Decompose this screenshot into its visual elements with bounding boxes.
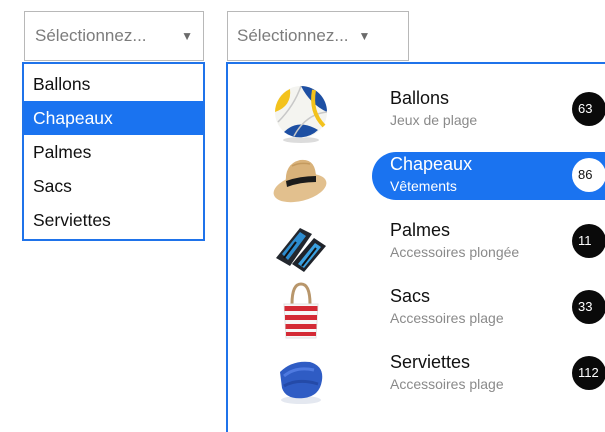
flippers-icon [276,228,326,272]
custom-select[interactable]: Sélectionnez... ▼ [227,11,409,61]
beach-bag-icon [283,282,319,339]
custom-option-chapeaux[interactable]: Chapeaux Vêtements 86 [228,144,605,210]
count-badge: 63 [572,92,605,126]
count-badge: 86 [572,158,605,192]
custom-option-sacs[interactable]: Sacs Accessoires plage 33 [228,276,605,342]
option-subtitle: Vêtements [390,178,457,194]
count-badge: 33 [572,290,605,324]
native-option-sacs[interactable]: Sacs [24,169,203,203]
native-option-chapeaux[interactable]: Chapeaux [24,101,203,135]
hat-icon [273,159,327,203]
custom-select-placeholder: Sélectionnez... [237,26,349,45]
native-option-palmes[interactable]: Palmes [24,135,203,169]
custom-option-palmes[interactable]: Palmes Accessoires plongée 11 [228,210,605,276]
native-select-placeholder: Sélectionnez... [35,26,147,45]
option-subtitle: Accessoires plongée [390,244,520,260]
option-subtitle: Accessoires plage [390,376,504,392]
chevron-down-icon: ▼ [358,29,371,43]
native-select-dropdown: Ballons Chapeaux Palmes Sacs Serviettes [22,62,205,241]
option-subtitle: Accessoires plage [390,310,504,326]
native-option-serviettes[interactable]: Serviettes [24,203,203,237]
count-badge: 11 [572,224,605,258]
option-name: Chapeaux [390,154,473,174]
custom-select-dropdown: Ballons Jeux de plage 63 Chapeaux Vêteme… [226,62,605,432]
volleyball-icon [275,85,328,143]
custom-option-ballons[interactable]: Ballons Jeux de plage 63 [228,78,605,144]
count-badge: 112 [572,356,605,390]
towel-icon [280,361,323,404]
option-name: Sacs [390,286,431,306]
native-select[interactable]: Sélectionnez... ▼ [24,11,204,61]
custom-option-serviettes[interactable]: Serviettes Accessoires plage 112 [228,342,605,408]
native-option-ballons[interactable]: Ballons [24,67,203,101]
chevron-down-icon: ▼ [181,29,193,43]
option-name: Serviettes [390,352,471,372]
option-name: Palmes [390,220,451,240]
option-name: Ballons [390,88,450,108]
option-subtitle: Jeux de plage [390,112,478,128]
page-root: Sélectionnez... ▼ Ballons Chapeaux Palme… [0,0,605,432]
